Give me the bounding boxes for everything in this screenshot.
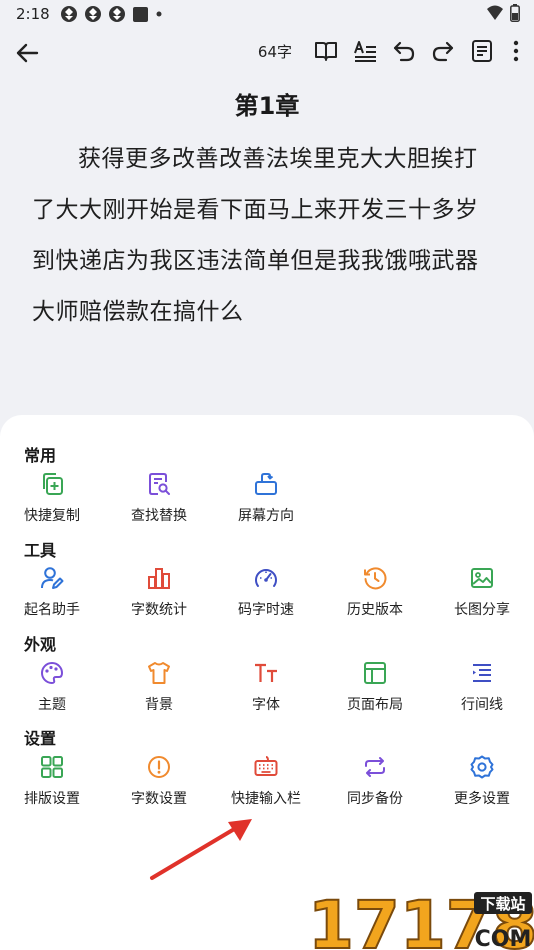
back-arrow-icon[interactable] xyxy=(12,38,42,68)
menu-item-sync-backup[interactable]: 同步备份 xyxy=(325,754,425,816)
toolbar-tools: 64字 xyxy=(258,36,526,66)
text-format-icon[interactable] xyxy=(350,36,380,66)
menu-item-font[interactable]: 字体 xyxy=(216,660,316,722)
menu-item-label: 码字时速 xyxy=(238,602,294,618)
app-icon xyxy=(60,5,78,23)
menu-item-label: 主题 xyxy=(38,697,66,713)
menu-item-word-stats[interactable]: 字数统计 xyxy=(109,565,209,627)
menu-item-page-layout[interactable]: 页面布局 xyxy=(325,660,425,722)
menu-item-background[interactable]: 背景 xyxy=(109,660,209,722)
menu-item-label: 字体 xyxy=(252,697,280,713)
undo-icon[interactable] xyxy=(389,36,419,66)
layout-icon xyxy=(362,660,388,686)
speedometer-icon xyxy=(253,565,279,591)
rotate-screen-icon xyxy=(253,471,279,497)
document-icon[interactable] xyxy=(467,36,497,66)
menu-item-screen-orientation[interactable]: 屏幕方向 xyxy=(216,471,316,533)
menu-item-label: 同步备份 xyxy=(347,791,403,807)
menu-item-find-replace[interactable]: 查找替换 xyxy=(109,471,209,533)
copy-add-icon xyxy=(39,471,65,497)
word-count: 64字 xyxy=(257,42,292,61)
menu-item-theme[interactable]: 主题 xyxy=(2,660,102,722)
editor-toolbar: 64字 xyxy=(0,30,534,76)
menu-item-typesetting-settings[interactable]: 排版设置 xyxy=(2,754,102,816)
app-icon xyxy=(108,5,126,23)
menu-item-quick-copy[interactable]: 快捷复制 xyxy=(2,471,102,533)
menu-item-label: 历史版本 xyxy=(347,602,403,618)
wifi-icon xyxy=(486,5,504,21)
menu-item-label: 快捷复制 xyxy=(24,508,80,524)
redo-icon[interactable] xyxy=(428,36,458,66)
dot-icon xyxy=(155,10,163,18)
site-watermark-logo: 17178 下载站 COM xyxy=(308,888,534,950)
menu-item-label: 行间线 xyxy=(461,697,503,713)
menu-item-label: 字数设置 xyxy=(131,791,187,807)
red-arrow-annotation xyxy=(150,819,252,880)
tools-bottom-sheet: 常用 快捷复制 查找替换 屏幕方向 工具 起名助手 字数统计 码字时速 历史版本… xyxy=(0,415,534,950)
user-edit-icon xyxy=(39,565,65,591)
menu-item-naming-assistant[interactable]: 起名助手 xyxy=(2,565,102,627)
section-row-appearance: 主题 背景 字体 页面布局 行间线 xyxy=(0,660,534,722)
square-icon xyxy=(132,6,149,23)
menu-item-label: 更多设置 xyxy=(454,791,510,807)
image-icon xyxy=(469,565,495,591)
section-title-tools: 工具 xyxy=(24,541,57,560)
gear-icon xyxy=(469,754,495,780)
menu-item-label: 页面布局 xyxy=(347,697,403,713)
menu-item-label: 长图分享 xyxy=(454,602,510,618)
menu-item-label: 背景 xyxy=(145,697,173,713)
menu-item-label: 屏幕方向 xyxy=(238,508,294,524)
status-bar: 2:18 xyxy=(0,0,534,28)
palette-icon xyxy=(39,660,65,686)
book-icon[interactable] xyxy=(311,36,341,66)
section-title-appearance: 外观 xyxy=(24,635,57,654)
status-time: 2:18 xyxy=(16,5,50,23)
menu-item-long-image-share[interactable]: 长图分享 xyxy=(432,565,532,627)
section-row-tools: 起名助手 字数统计 码字时速 历史版本 长图分享 xyxy=(0,565,534,627)
history-clock-icon xyxy=(362,565,388,591)
section-row-common: 快捷复制 查找替换 屏幕方向 xyxy=(0,471,534,533)
battery-icon xyxy=(510,4,520,22)
menu-item-label: 排版设置 xyxy=(24,791,80,807)
section-row-settings: 排版设置 字数设置 快捷输入栏 同步备份 更多设置 xyxy=(0,754,534,816)
bar-chart-icon xyxy=(146,565,172,591)
menu-item-more-settings[interactable]: 更多设置 xyxy=(432,754,532,816)
app-icon xyxy=(84,5,102,23)
section-title-settings: 设置 xyxy=(24,729,57,748)
font-icon xyxy=(253,660,279,686)
menu-item-word-count-settings[interactable]: 字数设置 xyxy=(109,754,209,816)
menu-item-line-spacing[interactable]: 行间线 xyxy=(432,660,532,722)
watermark-badge: 下载站 xyxy=(480,895,525,913)
alert-circle-icon xyxy=(146,754,172,780)
status-right xyxy=(486,4,520,22)
watermark-domain: COM xyxy=(475,927,532,950)
menu-item-label: 字数统计 xyxy=(131,602,187,618)
menu-item-label: 起名助手 xyxy=(24,602,80,618)
menu-item-history-versions[interactable]: 历史版本 xyxy=(325,565,425,627)
chapter-body-text[interactable]: 获得更多改善改善法埃里克大大胆挨打了大大刚开始是看下面马上来开发三十多岁到快递店… xyxy=(32,134,498,338)
more-vertical-icon[interactable] xyxy=(506,36,526,66)
search-doc-icon xyxy=(146,471,172,497)
menu-item-label: 查找替换 xyxy=(131,508,187,524)
keyboard-icon xyxy=(253,754,279,780)
grid-layout-icon xyxy=(39,754,65,780)
menu-item-typing-speed[interactable]: 码字时速 xyxy=(216,565,316,627)
chapter-title[interactable]: 第1章 xyxy=(0,86,534,121)
line-spacing-icon xyxy=(469,660,495,686)
menu-item-label: 快捷输入栏 xyxy=(231,791,301,807)
section-title-common: 常用 xyxy=(24,446,57,465)
menu-item-quick-input-bar[interactable]: 快捷输入栏 xyxy=(216,754,316,816)
tshirt-icon xyxy=(146,660,172,686)
sync-icon xyxy=(362,754,388,780)
